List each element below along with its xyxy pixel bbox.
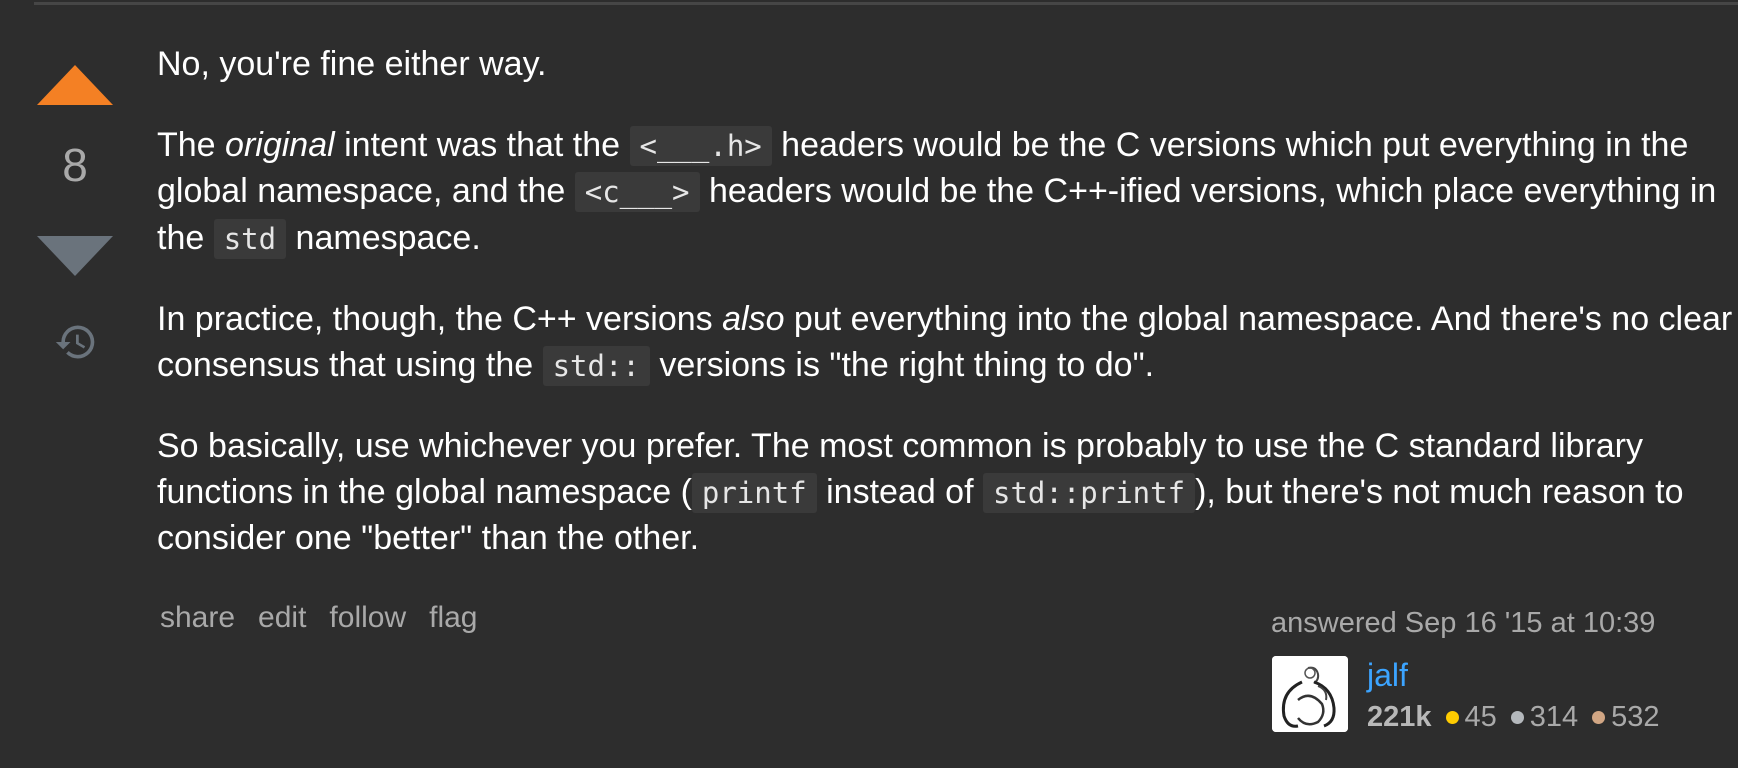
paragraph-text: The	[157, 125, 226, 164]
edit-link[interactable]: edit	[258, 601, 306, 635]
share-link[interactable]: share	[160, 601, 235, 635]
vote-count: 8	[62, 139, 88, 191]
top-divider	[34, 2, 1738, 5]
silver-badge-count: 314	[1510, 701, 1579, 734]
user-stats: 221k 45 314 532	[1367, 701, 1674, 734]
answer-paragraph: No, you're fine either way.	[157, 42, 1737, 88]
user-name-link[interactable]: jalf	[1367, 657, 1408, 694]
gold-badge-number: 45	[1464, 701, 1497, 733]
answer-body: No, you're fine either way. The original…	[157, 42, 1737, 562]
inline-code: std::printf	[983, 472, 1196, 513]
answered-time: answered Sep 16 '15 at 10:39	[1271, 607, 1656, 639]
paragraph-text: No, you're fine either way.	[157, 45, 547, 83]
emphasis-text: original	[225, 125, 335, 164]
inline-code: printf	[691, 472, 817, 513]
downvote-arrow-icon[interactable]	[37, 236, 113, 276]
bronze-badge-number: 532	[1611, 701, 1660, 733]
user-card: answered Sep 16 '15 at 10:39 jalf 221k 4…	[1271, 607, 1711, 733]
avatar[interactable]	[1272, 656, 1348, 732]
emphasis-text: also	[722, 300, 785, 338]
inline-code: <c___>	[574, 172, 700, 212]
penguin-avatar-icon	[1272, 656, 1348, 732]
paragraph-text: namespace.	[286, 218, 481, 257]
paragraph-text: In practice, though, the C++ versions	[157, 300, 723, 338]
answer-paragraph: The original intent was that the <___.h>…	[157, 123, 1737, 263]
reputation-score: 221k	[1367, 701, 1432, 733]
paragraph-text: versions is "the right thing to do".	[649, 345, 1155, 384]
upvote-arrow-icon[interactable]	[37, 65, 113, 105]
silver-badge-icon	[1510, 711, 1524, 724]
answer-paragraph: In practice, though, the C++ versions al…	[157, 297, 1737, 389]
post-menu: share edit follow flag	[160, 601, 478, 635]
follow-link[interactable]: follow	[329, 601, 406, 635]
answer-paragraph: So basically, use whichever you prefer. …	[157, 424, 1737, 562]
gold-badge-count: 45	[1445, 701, 1497, 734]
bronze-badge-icon	[1592, 711, 1606, 724]
gold-badge-icon	[1445, 711, 1459, 724]
paragraph-text: instead of	[816, 472, 983, 511]
inline-code: std::	[542, 345, 650, 386]
silver-badge-number: 314	[1529, 701, 1579, 733]
flag-link[interactable]: flag	[429, 601, 477, 635]
history-icon[interactable]	[54, 320, 98, 364]
paragraph-text: intent was that the	[334, 125, 630, 164]
inline-code: <___.h>	[629, 125, 772, 166]
bronze-badge-count: 532	[1592, 701, 1660, 734]
inline-code: std	[213, 218, 287, 259]
